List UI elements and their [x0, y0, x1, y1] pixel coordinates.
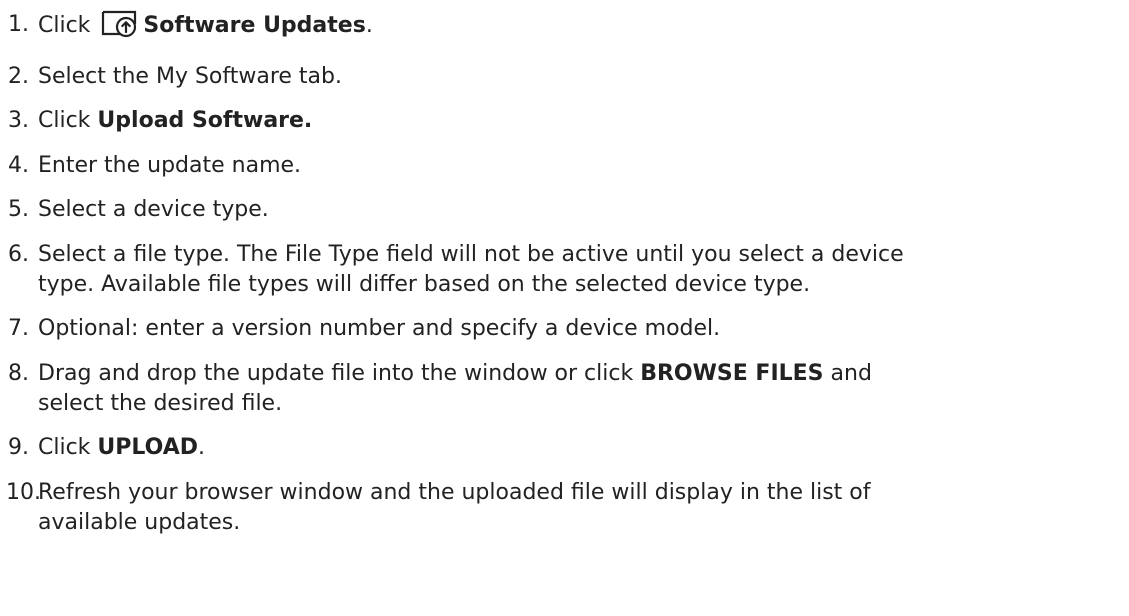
step-text: Select a device type. [38, 197, 269, 222]
step-text-line-1: Refresh your browser window and the uplo… [38, 480, 871, 505]
step-3: 3. Click Upload Software. [8, 106, 1118, 136]
step-number: 7. [8, 316, 29, 341]
step-number: 4. [8, 153, 29, 178]
step-text: Enter the update name. [38, 153, 302, 178]
step-number: 3. [8, 108, 29, 133]
step-10: 10. Refresh your browser window and the … [6, 478, 1118, 538]
step-text-line-1: Select a file type. The File Type field … [38, 242, 904, 267]
step-9: 9. Click UPLOAD. [8, 433, 1118, 463]
step-bold-text: UPLOAD [97, 435, 199, 460]
step-text: Select the My Software tab. [38, 64, 342, 89]
step-number: 1. [8, 12, 29, 37]
software-update-icon [99, 10, 139, 47]
step-text: Optional: enter a version number and spe… [38, 316, 721, 341]
step-number: 5. [8, 197, 29, 222]
step-7: 7. Optional: enter a version number and … [8, 314, 1118, 344]
step-6: 6. Select a file type. The File Type fie… [8, 240, 1118, 300]
step-1: 1. Click Software Updates. [8, 10, 1118, 47]
step-4: 4. Enter the update name. [8, 151, 1118, 181]
step-number: 9. [8, 435, 29, 460]
step-text-line-2: available updates. [38, 510, 241, 535]
step-5: 5. Select a device type. [8, 195, 1118, 225]
step-number: 2. [8, 64, 29, 89]
step-bold-text: BROWSE FILES [640, 361, 824, 386]
step-text: Click [38, 13, 91, 38]
step-8: 8. Drag and drop the update file into th… [8, 359, 1118, 419]
step-text-line-2: select the desired file. [38, 391, 283, 416]
step-number: 8. [8, 361, 29, 386]
step-bold-text: Upload Software. [97, 108, 313, 133]
step-number: 6. [8, 242, 29, 267]
step-number: 10. [6, 480, 41, 505]
step-bold-text: Software Updates [143, 13, 366, 38]
step-2: 2. Select the My Software tab. [8, 62, 1118, 92]
instruction-steps: 1. Click Software Updates. 2. Select the… [6, 0, 1118, 535]
step-text-line-2: type. Available file types will differ b… [38, 272, 811, 297]
